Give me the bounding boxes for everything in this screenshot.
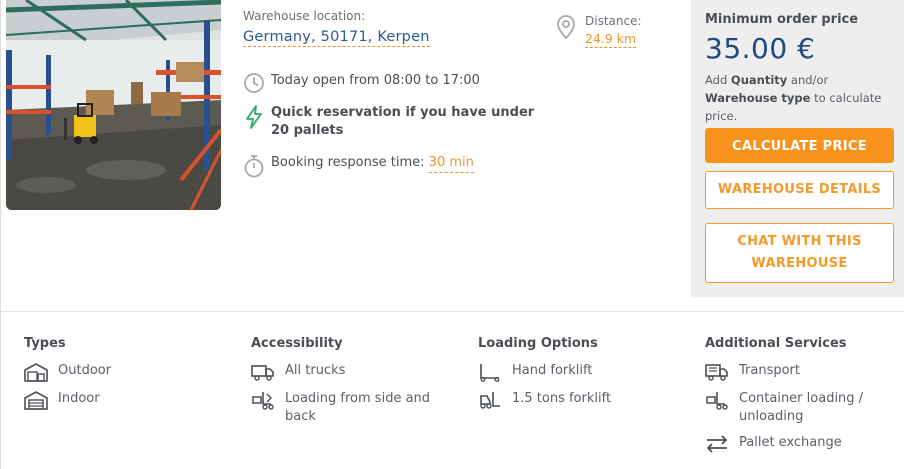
transport-truck-icon — [705, 362, 729, 382]
stopwatch-icon — [243, 154, 265, 178]
warehouse-photo-image — [6, 0, 221, 210]
additional-services-column: Additional Services Transport Container … — [705, 336, 904, 462]
location-link[interactable]: Germany, 50171, Kerpen — [243, 29, 430, 47]
feature-item: 1.5 tons forklift — [478, 390, 688, 410]
price-hint: Add Quantity and/or Warehouse type to ca… — [705, 73, 882, 123]
response-time-label: Booking response time: — [271, 155, 425, 170]
feature-item: Hand forklift — [478, 362, 688, 382]
exchange-arrows-icon — [705, 434, 729, 454]
response-time-row: Booking response time: 30 min — [243, 154, 474, 178]
accessibility-title: Accessibility — [251, 336, 343, 351]
feature-item: Loading from side and back — [251, 390, 461, 426]
feature-text: Indoor — [58, 391, 100, 406]
feature-item: Container loading / unloading — [705, 390, 904, 426]
hand-forklift-icon — [478, 362, 502, 382]
location-label: Warehouse location: — [243, 9, 366, 23]
section-divider — [1, 311, 904, 312]
quick-reservation-row: Quick reservation if you have under 20 p… — [243, 104, 543, 140]
feature-text: Loading from side and back — [285, 391, 431, 424]
calculate-price-button[interactable]: CALCULATE PRICE — [705, 128, 894, 163]
additional-services-title: Additional Services — [705, 336, 847, 351]
forklift-icon — [478, 390, 502, 410]
feature-item: Pallet exchange — [705, 434, 904, 454]
warehouse-card: Warehouse location: Germany, 50171, Kerp… — [0, 0, 904, 469]
price-panel: Minimum order price 35.00 € Add Quantity… — [691, 0, 904, 297]
feature-text: Container loading / unloading — [739, 391, 864, 424]
quick-reservation-text: Quick reservation if you have under 20 p… — [271, 105, 535, 138]
feature-item: Transport — [705, 362, 904, 382]
feature-text: Pallet exchange — [739, 435, 842, 450]
opening-hours-text: Today open from 08:00 to 17:00 — [271, 73, 480, 88]
min-price-label: Minimum order price — [705, 12, 859, 27]
accessibility-column: Accessibility All trucks Loading from si… — [251, 336, 461, 434]
types-title: Types — [24, 336, 66, 351]
response-time-value: 30 min — [428, 155, 474, 173]
outdoor-warehouse-icon — [24, 362, 48, 382]
container-loading-icon — [705, 390, 729, 410]
warehouse-photo[interactable] — [6, 0, 221, 210]
min-price-value: 35.00 € — [705, 32, 816, 65]
types-column: Types Outdoor Indoor — [24, 336, 234, 418]
clock-icon — [243, 72, 265, 94]
opening-hours-row: Today open from 08:00 to 17:00 — [243, 72, 480, 94]
loading-options-title: Loading Options — [478, 336, 598, 351]
warehouse-details-button[interactable]: WAREHOUSE DETAILS — [705, 171, 894, 209]
feature-item: Outdoor — [24, 362, 234, 382]
loading-options-column: Loading Options Hand forklift 1.5 tons f… — [478, 336, 688, 418]
feature-text: 1.5 tons forklift — [512, 391, 612, 406]
feature-text: Transport — [739, 363, 801, 378]
distance-label: Distance: — [585, 14, 642, 28]
truck-icon — [251, 362, 275, 382]
chat-warehouse-button[interactable]: CHAT WITH THIS WAREHOUSE — [705, 223, 894, 283]
feature-text: All trucks — [285, 363, 346, 378]
indoor-warehouse-icon — [24, 390, 48, 410]
feature-text: Outdoor — [58, 363, 112, 378]
feature-item: All trucks — [251, 362, 461, 382]
loading-side-icon — [251, 390, 275, 410]
distance-value: 24.9 km — [585, 31, 637, 48]
lightning-icon — [243, 104, 265, 129]
feature-item: Indoor — [24, 390, 234, 410]
map-pin-icon — [556, 14, 576, 40]
feature-text: Hand forklift — [512, 363, 593, 378]
